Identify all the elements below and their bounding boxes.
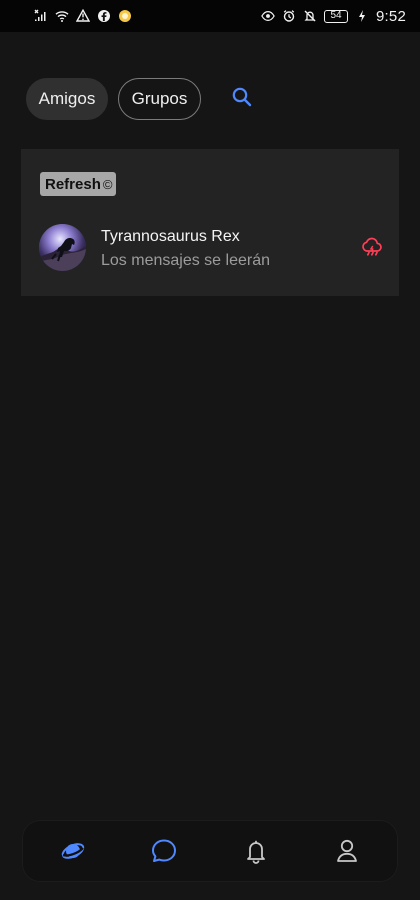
planet-icon <box>58 836 88 866</box>
status-left <box>34 9 132 23</box>
tab-grupos-label: Grupos <box>131 89 188 108</box>
nav-notifications[interactable] <box>239 834 273 868</box>
nav-profile[interactable] <box>330 834 364 868</box>
bottom-nav <box>22 820 398 882</box>
refresh-label: Refresh <box>45 175 101 193</box>
tab-amigos-label: Amigos <box>38 89 96 108</box>
status-bar: 54 9:52 <box>0 0 420 32</box>
wifi-icon <box>55 9 69 23</box>
chat-icon <box>149 836 179 866</box>
status-time: 9:52 <box>376 7 406 25</box>
tab-amigos[interactable]: Amigos <box>26 78 108 120</box>
bell-icon <box>241 836 271 866</box>
avatar <box>39 224 86 271</box>
search-button[interactable] <box>225 82 259 116</box>
refresh-button[interactable]: Refresh © <box>40 172 117 196</box>
chat-row[interactable]: Tyrannosaurus Rex Los mensajes se leerán <box>39 224 383 274</box>
refresh-mark: © <box>102 176 113 192</box>
nav-explore[interactable] <box>56 834 90 868</box>
search-icon <box>231 86 253 113</box>
top-tabs: Amigos Grupos <box>26 78 259 120</box>
signal-off-icon <box>34 9 48 23</box>
battery-icon: 54 <box>324 9 348 23</box>
warning-icon <box>76 9 90 23</box>
profile-icon <box>332 836 362 866</box>
message-preview: Los mensajes se leerán <box>101 252 270 269</box>
chat-card: Refresh © Tyrannosaurus Rex Los mensajes… <box>21 149 399 296</box>
eye-icon <box>261 9 275 23</box>
facebook-icon <box>97 9 111 23</box>
tab-grupos[interactable]: Grupos <box>118 78 201 120</box>
alarm-icon <box>282 9 296 23</box>
contact-name: Tyrannosaurus Rex <box>101 228 240 245</box>
nav-messages[interactable] <box>147 834 181 868</box>
storm-cloud-icon <box>361 236 383 258</box>
app-screen: 54 9:52 Amigos Grupos Refresh © Tyrannos… <box>0 0 420 900</box>
status-right: 54 9:52 <box>261 8 406 25</box>
mute-icon <box>303 9 317 23</box>
avatar-image <box>39 224 86 271</box>
charging-icon <box>355 9 369 23</box>
notification-app-icon <box>118 9 132 23</box>
